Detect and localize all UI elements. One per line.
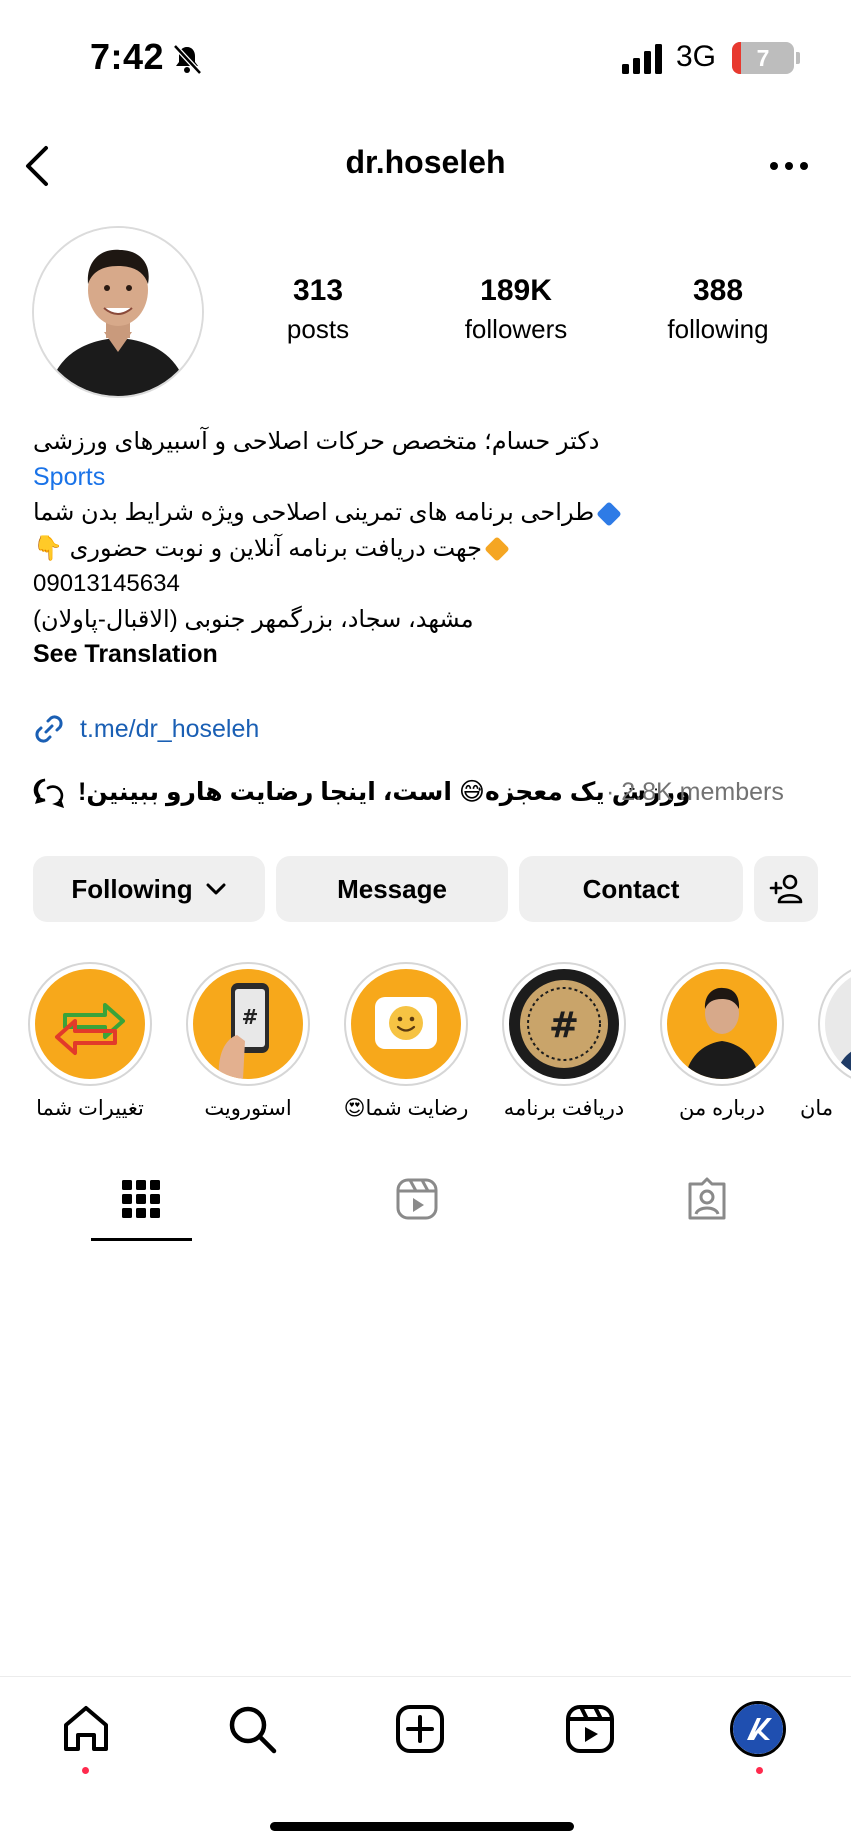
bio-phone: 09013145634 bbox=[33, 570, 180, 597]
add-user-icon bbox=[769, 874, 803, 904]
broadcast-channel[interactable]: ورزش یک معجزه😅 است، اینجا رضایت هارو ببی… bbox=[32, 774, 832, 810]
svg-text:#: # bbox=[242, 1005, 259, 1029]
active-tab-indicator bbox=[91, 1238, 192, 1241]
reels-icon[interactable] bbox=[394, 1176, 440, 1222]
more-horizontal-icon[interactable] bbox=[768, 156, 810, 176]
channel-members: · 2.8K members bbox=[606, 778, 784, 806]
highlight-item[interactable]: رضایت شما😍 bbox=[326, 962, 486, 1121]
create-icon[interactable] bbox=[392, 1701, 448, 1757]
stat-posts[interactable]: 313 posts bbox=[248, 274, 388, 345]
suggested-users-button[interactable] bbox=[754, 856, 818, 922]
person-photo-icon bbox=[825, 969, 851, 1079]
contact-button[interactable]: Contact bbox=[519, 856, 743, 922]
stat-followers[interactable]: 189K followers bbox=[446, 274, 586, 345]
following-button[interactable]: Following bbox=[33, 856, 265, 922]
profile-avatar[interactable] bbox=[730, 1701, 786, 1757]
bio-name: دکتر حسام؛ متخصص حرکات اصلاحی و آسبیرهای… bbox=[33, 428, 600, 455]
bio-address: مشهد، سجاد، بزرگمهر جنوبی (الاقبال-پاولا… bbox=[33, 605, 474, 633]
link-text[interactable]: t.me/dr_hoseleh bbox=[80, 712, 259, 746]
highlight-label: تغییرات شما bbox=[36, 1097, 144, 1120]
highlight-label: استورویت bbox=[204, 1097, 292, 1120]
grid-icon[interactable] bbox=[118, 1176, 164, 1222]
bio-category[interactable]: Sports bbox=[33, 460, 823, 496]
profile-tabs bbox=[0, 1168, 851, 1242]
stat-following[interactable]: 388 following bbox=[648, 274, 788, 345]
status-bar: 7:42 3G 7 bbox=[0, 0, 851, 110]
chat-bubbles-icon bbox=[33, 778, 64, 808]
profile-header: dr.hoseleh bbox=[0, 120, 851, 210]
arrows-icon bbox=[35, 969, 145, 1079]
svg-text:#: # bbox=[549, 1005, 579, 1046]
following-button-label: Following bbox=[71, 873, 193, 904]
home-indicator bbox=[270, 1822, 574, 1831]
profile-summary: 313 posts 189K followers 388 following bbox=[0, 222, 851, 402]
highlight-cover-ring bbox=[344, 962, 468, 1086]
search-icon[interactable] bbox=[224, 1701, 280, 1757]
status-time: 7:42 bbox=[90, 36, 165, 77]
logo-badge-icon: # bbox=[509, 969, 619, 1079]
bio-line-1-text: طراحی برنامه های تمرینی اصلاحی ویژه شرای… bbox=[33, 499, 595, 526]
battery-level: 7 bbox=[756, 45, 770, 71]
home-notification-dot bbox=[82, 1767, 89, 1774]
story-highlights: تغییرات شما # استورویت رضایت شما😍 # دریا… bbox=[0, 962, 851, 1132]
highlight-cover-ring: # bbox=[502, 962, 626, 1086]
signal-icon bbox=[622, 44, 662, 74]
highlight-label: مان bbox=[800, 1097, 834, 1120]
profile-notification-dot bbox=[756, 1767, 763, 1774]
highlight-cover-ring bbox=[818, 962, 851, 1086]
profile-logo-icon bbox=[733, 1704, 783, 1754]
orange-diamond-icon bbox=[484, 536, 510, 562]
person-photo-icon bbox=[667, 969, 777, 1079]
home-icon[interactable] bbox=[58, 1701, 114, 1757]
profile-username: dr.hoseleh bbox=[345, 144, 506, 180]
tagged-icon[interactable] bbox=[684, 1176, 730, 1222]
channel-title[interactable]: ورزش یک معجزه😅 است، اینجا رضایت هارو ببی… bbox=[78, 774, 691, 810]
highlight-cover-ring bbox=[28, 962, 152, 1086]
network-label: 3G bbox=[676, 40, 717, 73]
following-count: 388 bbox=[692, 274, 744, 307]
bio-line-1: طراحی برنامه های تمرینی اصلاحی ویژه شرای… bbox=[33, 495, 823, 531]
highlight-label: دریافت برنامه bbox=[503, 1097, 625, 1120]
smiley-icon bbox=[351, 969, 461, 1079]
highlight-item[interactable]: درباره من bbox=[642, 962, 802, 1121]
message-button[interactable]: Message bbox=[276, 856, 508, 922]
highlight-item[interactable]: تغییرات شما bbox=[10, 962, 170, 1121]
highlight-label: رضایت شما😍 bbox=[343, 1097, 469, 1120]
highlight-item[interactable]: # استورویت bbox=[168, 962, 328, 1121]
followers-label: followers bbox=[464, 314, 568, 344]
profile-bio: دکتر حسام؛ متخصص حرکات اصلاحی و آسبیرهای… bbox=[33, 424, 823, 673]
bell-slash-icon bbox=[173, 44, 202, 75]
highlight-item[interactable]: # دریافت برنامه bbox=[484, 962, 644, 1121]
following-label: following bbox=[667, 314, 769, 344]
pointing-down-icon: 👇 bbox=[33, 534, 63, 562]
profile-avatar[interactable] bbox=[32, 226, 204, 398]
followers-count: 189K bbox=[480, 274, 552, 307]
blue-diamond-icon bbox=[596, 500, 623, 527]
highlight-cover-ring: # bbox=[186, 962, 310, 1086]
link-icon bbox=[35, 715, 63, 743]
reels-icon[interactable] bbox=[562, 1701, 618, 1757]
chevron-down-icon bbox=[206, 883, 226, 895]
see-translation-link[interactable]: See Translation bbox=[33, 637, 823, 673]
profile-photo bbox=[34, 228, 202, 396]
highlight-item[interactable]: مان bbox=[800, 962, 851, 1121]
bio-line-2: جهت دریافت برنامه آنلاین و نوبت حضوری 👇 bbox=[33, 531, 823, 567]
posts-count: 313 bbox=[292, 274, 344, 307]
message-button-label: Message bbox=[337, 873, 447, 904]
phone-in-hand-icon: # bbox=[193, 969, 303, 1079]
battery-icon: 7 bbox=[732, 42, 794, 74]
posts-label: posts bbox=[286, 314, 350, 344]
highlight-cover-ring bbox=[660, 962, 784, 1086]
battery-cap bbox=[796, 52, 800, 64]
bio-line-2-text: جهت دریافت برنامه آنلاین و نوبت حضوری bbox=[69, 534, 482, 562]
contact-button-label: Contact bbox=[582, 873, 680, 904]
highlight-label: درباره من bbox=[679, 1097, 765, 1120]
